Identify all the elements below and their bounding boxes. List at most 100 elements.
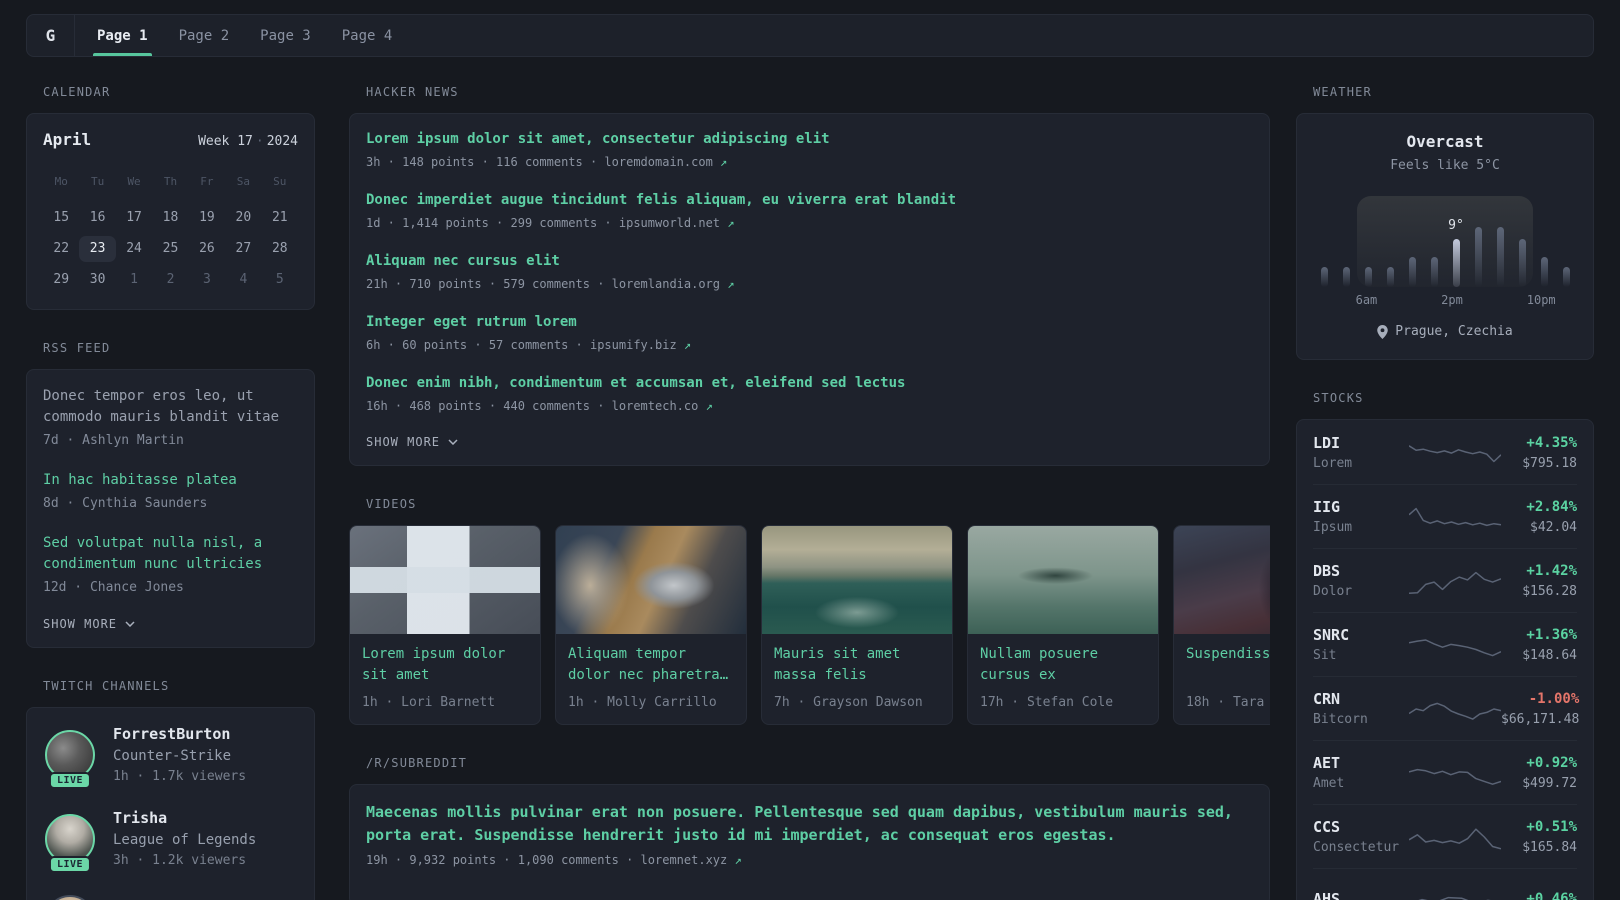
weather-hour-label xyxy=(1463,293,1484,307)
nav-tab[interactable]: Page 2 xyxy=(177,15,232,56)
calendar-day: 24 xyxy=(126,241,142,256)
calendar-weekday: Su xyxy=(273,175,287,188)
nav-tab[interactable]: Page 4 xyxy=(340,15,395,56)
calendar-day: 16 xyxy=(89,210,106,225)
stock-row[interactable]: DBS Dolor +1.42% $156.28 xyxy=(1313,548,1577,612)
location-pin-icon xyxy=(1377,324,1389,339)
weather-bar xyxy=(1452,239,1460,287)
stock-row[interactable]: CCS Consectetur +0.51% $165.84 xyxy=(1313,804,1577,868)
stock-name: Dolor xyxy=(1313,584,1353,599)
weather-bar-column xyxy=(1489,227,1511,287)
live-badge: LIVE xyxy=(48,772,92,789)
hackernews-item-title[interactable]: Aliquam nec cursus elit xyxy=(366,252,1253,271)
calendar-widget: CALENDAR April Week 17 · 2024 Mo Tu We T… xyxy=(26,85,315,310)
stock-symbol: CRN xyxy=(1313,690,1341,708)
hackernews-item-domain[interactable]: loremtech.co xyxy=(612,399,699,413)
hackernews-item-title[interactable]: Donec enim nibh, condimentum et accumsan… xyxy=(366,374,1253,393)
calendar-day: 19 xyxy=(199,210,215,225)
stock-row[interactable]: LDI Lorem +4.35% $795.18 xyxy=(1313,420,1577,484)
weather-bar-column xyxy=(1423,257,1445,287)
stock-sparkline xyxy=(1409,571,1501,594)
calendar-day: 3 xyxy=(203,272,211,287)
rss-show-more-button[interactable]: SHOW MORE xyxy=(43,617,298,631)
weather-hour-label xyxy=(1505,293,1526,307)
external-link-icon: ↗ xyxy=(720,155,728,169)
calendar-day: 18 xyxy=(162,210,179,225)
weather-bar-column xyxy=(1357,267,1379,287)
video-thumbnail[interactable] xyxy=(1174,526,1270,634)
twitch-card: LIVE ForrestBurton Counter-Strike 1h · 1… xyxy=(26,707,315,900)
hackernews-item-title[interactable]: Donec imperdiet augue tincidunt felis al… xyxy=(366,191,1253,210)
video-byline: 18h · Tara Holland xyxy=(1186,695,1270,710)
external-link-icon: ↗ xyxy=(727,216,735,230)
stock-row[interactable]: SNRC Sit +1.36% $148.64 xyxy=(1313,612,1577,676)
hackernews-item-title[interactable]: Integer eget rutrum lorem xyxy=(366,313,1253,332)
stock-row[interactable]: AET Amet +0.92% $499.72 xyxy=(1313,740,1577,804)
video-thumbnail[interactable] xyxy=(762,526,952,634)
twitch-avatar-wrap: LIVE xyxy=(43,814,97,873)
video-thumbnail[interactable] xyxy=(968,526,1158,634)
chevron-down-icon xyxy=(125,621,135,627)
twitch-channel-info: Trisha League of Legends 3h · 1.2k viewe… xyxy=(113,808,256,870)
twitch-channel-name[interactable]: Trisha xyxy=(113,808,256,828)
weather-bar-column: 9° xyxy=(1445,218,1467,287)
hackernews-show-more-button[interactable]: SHOW MORE xyxy=(366,435,1253,449)
stock-symbol: IIG xyxy=(1313,498,1341,516)
weather-bar xyxy=(1364,267,1372,287)
hackernews-item-domain[interactable]: ipsumify.biz xyxy=(590,338,677,352)
video-thumbnail[interactable] xyxy=(350,526,540,634)
stock-values: +4.35% $795.18 xyxy=(1522,434,1577,471)
twitch-channel-row[interactable]: LIVE Trisha League of Legends 3h · 1.2k … xyxy=(43,808,298,873)
stock-values: -1.00% $66,171.48 xyxy=(1501,690,1579,727)
video-title[interactable]: Aliquam tempor dolor nec pharetra… xyxy=(568,644,734,686)
video-title[interactable]: Nullam posuere cursus ex xyxy=(980,644,1146,686)
twitch-channel-row[interactable]: LIVE ForrestBurton Counter-Strike 1h · 1… xyxy=(43,724,298,789)
twitch-channel-name[interactable]: ForrestBurton xyxy=(113,724,246,744)
stock-row[interactable]: AHS +0.46% xyxy=(1313,868,1577,900)
calendar-day: 20 xyxy=(235,210,252,225)
stock-row[interactable]: IIG Ipsum +2.84% $42.04 xyxy=(1313,484,1577,548)
nav-tab-label: Page 4 xyxy=(341,27,393,44)
video-title[interactable]: Lorem ipsum dolor sit amet consectetu… xyxy=(362,644,528,686)
weather-bar xyxy=(1562,267,1570,287)
rss-widget: RSS FEED Donec tempor eros leo, ut commo… xyxy=(26,341,315,648)
stock-values: +1.36% $148.64 xyxy=(1522,626,1577,663)
stock-values: +0.46% xyxy=(1526,890,1577,900)
weather-hour-label: 6am xyxy=(1355,293,1378,307)
video-card: Aliquam tempor dolor nec pharetra… 1h · … xyxy=(555,525,747,725)
hackernews-item-domain[interactable]: loremdomain.com xyxy=(604,155,712,169)
nav-tab[interactable]: Page 3 xyxy=(258,15,313,56)
calendar-day: 5 xyxy=(275,272,284,287)
video-title[interactable]: Mauris sit amet massa felis xyxy=(774,644,940,686)
video-byline: 7h · Grayson Dawson xyxy=(774,695,923,710)
video-card-body: Aliquam tempor dolor nec pharetra… 1h · … xyxy=(556,634,746,724)
weather-chart: 9° xyxy=(1313,196,1577,287)
stock-name: Sit xyxy=(1313,648,1337,663)
video-thumbnail[interactable] xyxy=(556,526,746,634)
calendar-day: 4 xyxy=(239,272,248,287)
weather-bar-column xyxy=(1313,267,1335,287)
stock-change: +2.84% xyxy=(1526,499,1577,515)
rss-item-title[interactable]: In hac habitasse platea xyxy=(43,470,298,491)
subreddit-post-domain[interactable]: loremnet.xyz xyxy=(641,853,728,867)
hackernews-item-title[interactable]: Lorem ipsum dolor sit amet, consectetur … xyxy=(366,130,1253,149)
calendar-day: 21 xyxy=(271,210,288,225)
top-nav: G Page 1 Page 2 Page 3 Page 4 xyxy=(26,14,1594,57)
hackernews-item-domain[interactable]: loremlandia.org xyxy=(612,277,720,291)
nav-tab[interactable]: Page 1 xyxy=(93,15,152,56)
rss-item-title[interactable]: Sed volutpat nulla nisl, a condimentum n… xyxy=(43,533,298,575)
app-logo[interactable]: G xyxy=(27,15,75,56)
subreddit-post-title[interactable]: Maecenas mollis pulvinar erat non posuer… xyxy=(366,801,1253,847)
nav-tabs: Page 1 Page 2 Page 3 Page 4 xyxy=(75,15,421,56)
stock-symbol: CCS xyxy=(1313,818,1341,836)
video-card: Mauris sit amet massa felis 7h · Grayson… xyxy=(761,525,953,725)
stock-row[interactable]: CRN Bitcorn -1.00% $66,171.48 xyxy=(1313,676,1579,740)
stock-change: +0.92% xyxy=(1526,755,1577,771)
hackernews-item-domain[interactable]: ipsumworld.net xyxy=(619,216,720,230)
external-link-icon: ↗ xyxy=(705,399,713,413)
nav-tab-label: Page 3 xyxy=(260,27,311,44)
stock-name: Ipsum xyxy=(1313,520,1353,535)
video-title[interactable]: Suspendisse diam xyxy=(1186,644,1270,686)
rss-item-title[interactable]: Donec tempor eros leo, ut commodo mauris… xyxy=(43,386,298,428)
twitch-channel-row[interactable]: KendallCarr xyxy=(43,892,298,900)
